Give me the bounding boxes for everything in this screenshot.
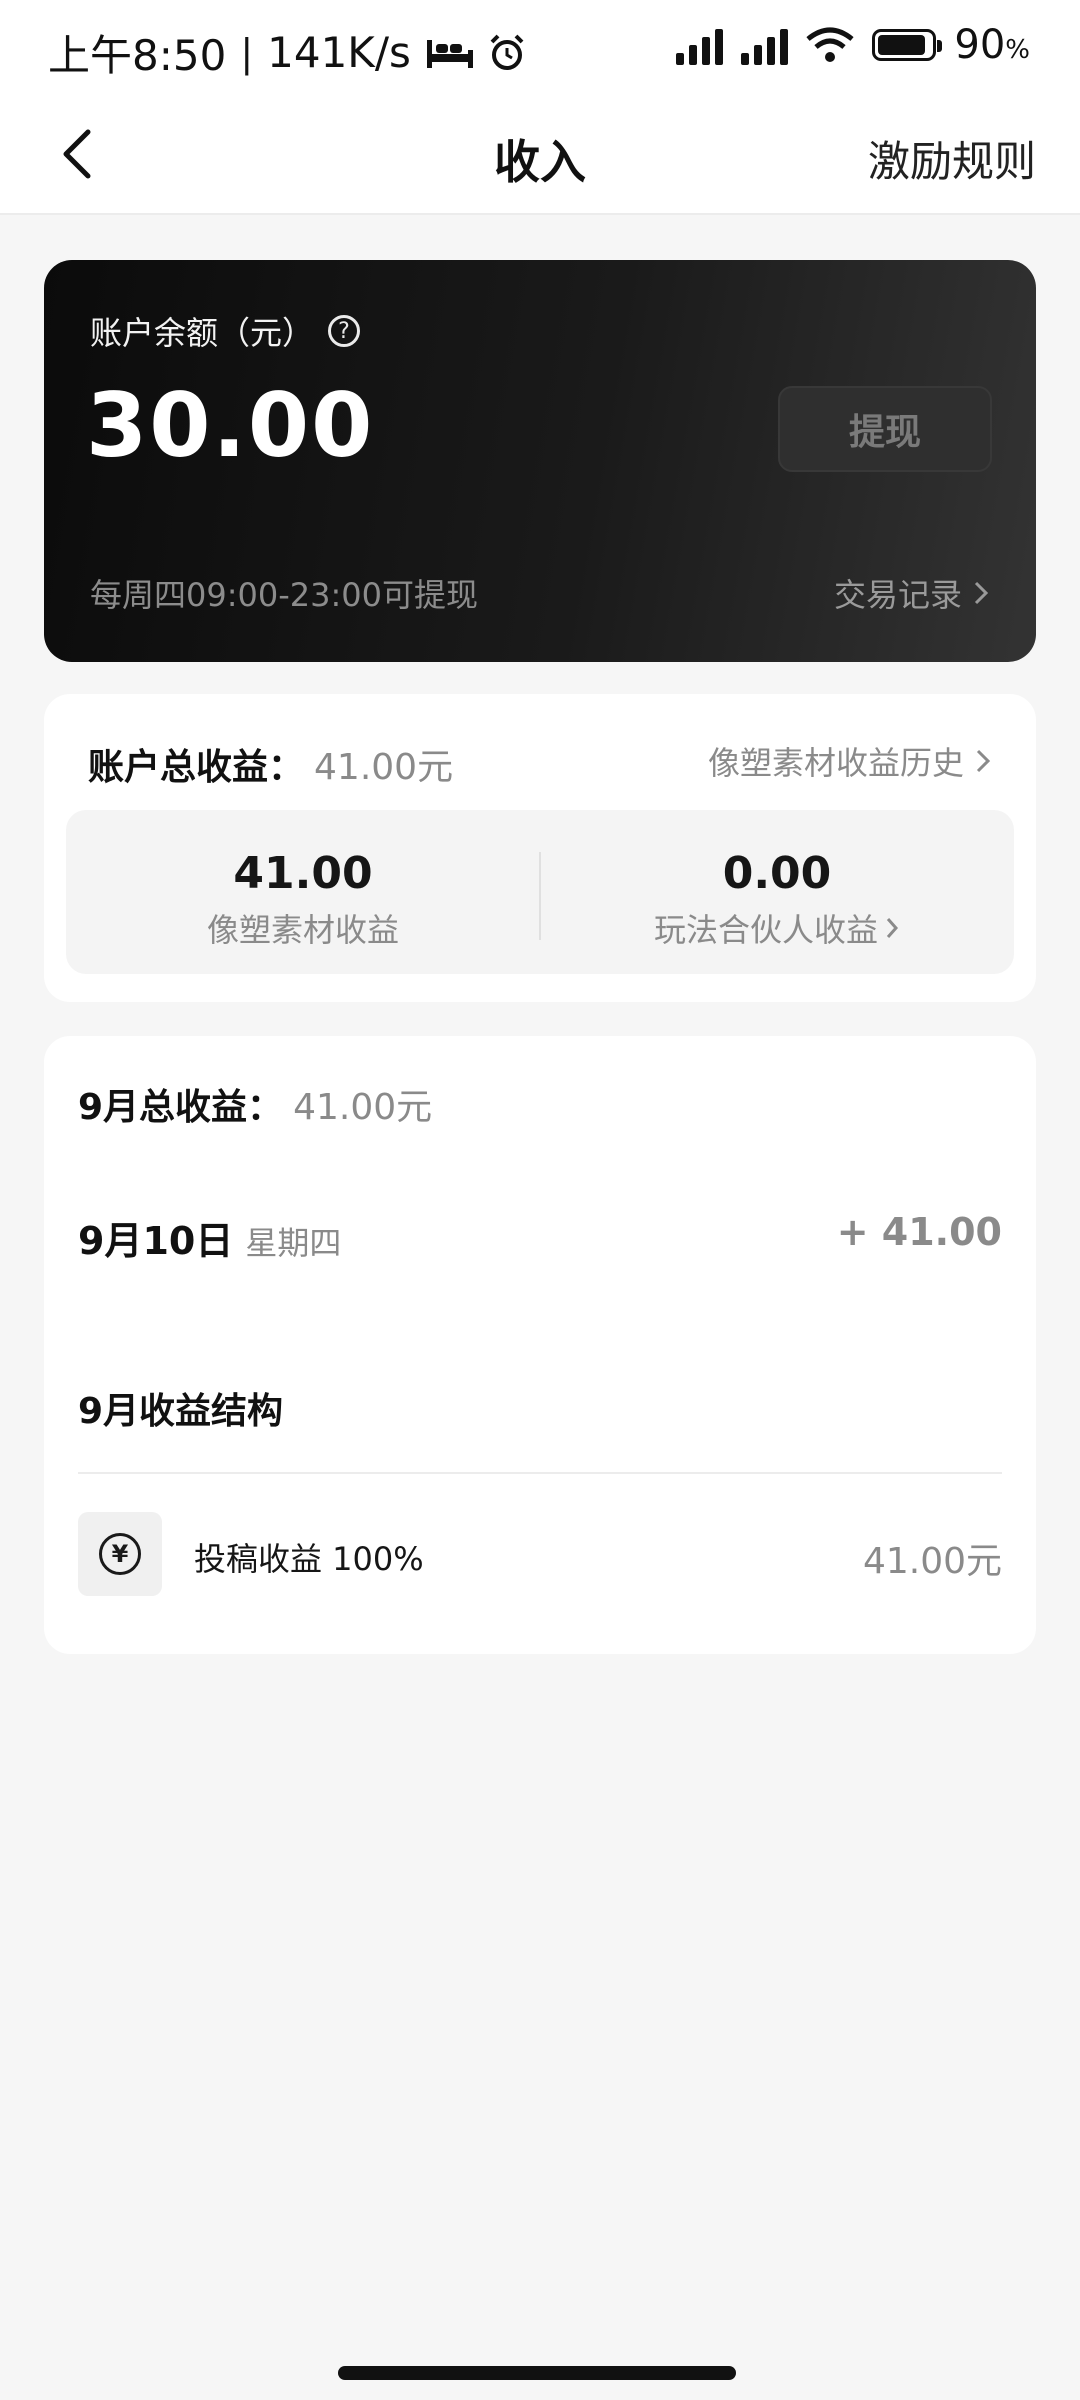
- signal-icon-1: [676, 25, 724, 65]
- status-separator: |: [240, 30, 254, 75]
- structure-item: ¥ 投稿收益 100% 41.00元: [78, 1512, 1002, 1596]
- battery-icon: [872, 29, 943, 61]
- wifi-icon: [806, 27, 854, 62]
- status-net-speed: 141K/s: [267, 28, 411, 77]
- chevron-right-icon: [976, 749, 991, 773]
- structure-title: 9月收益结构: [78, 1391, 284, 1432]
- day-date: 9月10日 星期四: [78, 1219, 342, 1263]
- home-indicator[interactable]: [338, 2366, 736, 2380]
- signal-icon-2: [741, 25, 789, 65]
- month-total-title: 9月总收益： 41.00元: [78, 1078, 432, 1130]
- balance-amount: 30.00: [86, 374, 375, 477]
- balance-card: 账户余额（元） ? 30.00 提现 每周四09:00-23:00可提现 交易记…: [44, 260, 1036, 662]
- earnings-history-link[interactable]: 像塑素材收益历史: [708, 738, 992, 784]
- partner-earnings[interactable]: 0.00 玩法合伙人收益: [540, 810, 1014, 974]
- battery-fill: [878, 35, 926, 55]
- partner-earnings-amount: 0.00: [722, 848, 832, 899]
- yen-icon-box: ¥: [78, 1512, 162, 1596]
- month-earnings-card: 9月总收益： 41.00元 9月10日 星期四 + 41.00 9月收益结构 ¥ 投…: [44, 1036, 1036, 1654]
- earnings-history-label: 像塑素材收益历史: [707, 744, 964, 782]
- incentive-rules-link[interactable]: 激励规则: [868, 128, 1036, 189]
- total-earnings-title: 账户总收益： 41.00元: [88, 738, 453, 790]
- transaction-records-label: 交易记录: [833, 576, 962, 614]
- status-time: 上午8:50: [48, 31, 227, 80]
- status-bar: 上午8:50 | 141K/s 90%: [0, 0, 1080, 100]
- yen-icon: ¥: [99, 1533, 141, 1575]
- structure-divider: [78, 1472, 1002, 1474]
- month-total-value: 41.00元: [293, 1087, 433, 1128]
- battery-percent: 90%: [954, 22, 1030, 68]
- transaction-records-link[interactable]: 交易记录: [834, 570, 990, 616]
- withdraw-note: 每周四09:00-23:00可提现: [90, 576, 478, 614]
- structure-item-label: 投稿收益 100%: [194, 1540, 424, 1578]
- structure-item-amount: 41.00元: [862, 1541, 1002, 1582]
- material-earnings[interactable]: 41.00 像塑素材收益: [66, 810, 540, 974]
- balance-label-row: 账户余额（元） ?: [90, 308, 361, 354]
- chevron-right-icon: [886, 918, 899, 938]
- day-weekday: 星期四: [245, 1224, 342, 1262]
- help-icon[interactable]: ?: [328, 315, 361, 347]
- partner-earnings-label: 玩法合伙人收益: [540, 905, 1014, 951]
- balance-label: 账户余额（元）: [90, 314, 315, 352]
- total-earnings-value: 41.00元: [314, 747, 454, 788]
- total-earnings-label: 账户总收益：: [88, 747, 305, 788]
- chevron-right-icon: [974, 581, 989, 605]
- alarm-icon: [490, 34, 524, 70]
- earnings-breakdown: 41.00 像塑素材收益 0.00 玩法合伙人收益: [66, 810, 1014, 974]
- total-earnings-card: 账户总收益： 41.00元 像塑素材收益历史 41.00 像塑素材收益 0.00 …: [44, 694, 1036, 1002]
- status-right: 90%: [676, 22, 1030, 68]
- withdraw-button[interactable]: 提现: [778, 386, 992, 472]
- material-earnings-label: 像塑素材收益: [206, 911, 399, 949]
- day-amount: + 41.00: [836, 1210, 1002, 1254]
- day-earnings-row[interactable]: 9月10日 星期四 + 41.00: [78, 1210, 1002, 1270]
- month-total-label: 9月总收益：: [78, 1087, 284, 1128]
- material-earnings-amount: 41.00: [233, 848, 373, 899]
- status-left: 上午8:50 | 141K/s: [48, 22, 525, 83]
- bed-icon: [426, 39, 473, 68]
- nav-bar: 收入 激励规则: [0, 100, 1080, 215]
